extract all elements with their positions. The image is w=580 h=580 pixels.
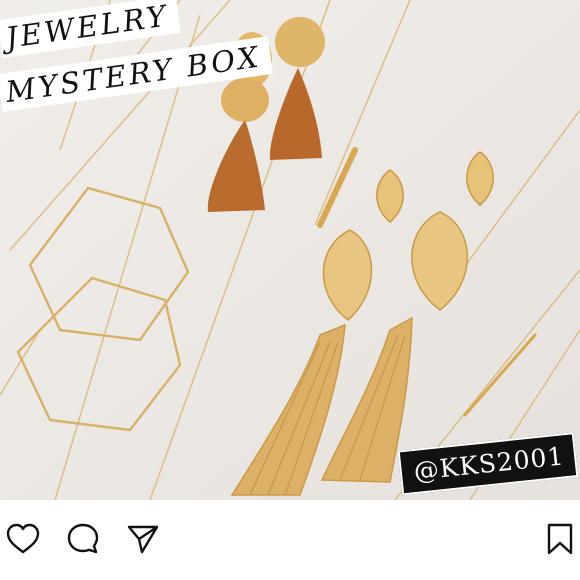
like-button[interactable]: [3, 519, 43, 559]
comment-icon: [67, 523, 99, 554]
comment-button[interactable]: [63, 519, 103, 559]
action-bar: [0, 500, 580, 580]
save-button[interactable]: [540, 519, 580, 559]
heart-icon: [6, 523, 40, 554]
post-image[interactable]: JEWELRY MYSTERY BOX @KKS2001: [0, 0, 580, 500]
share-button[interactable]: [123, 519, 163, 559]
share-icon: [127, 525, 159, 554]
bookmark-icon: [547, 523, 573, 555]
